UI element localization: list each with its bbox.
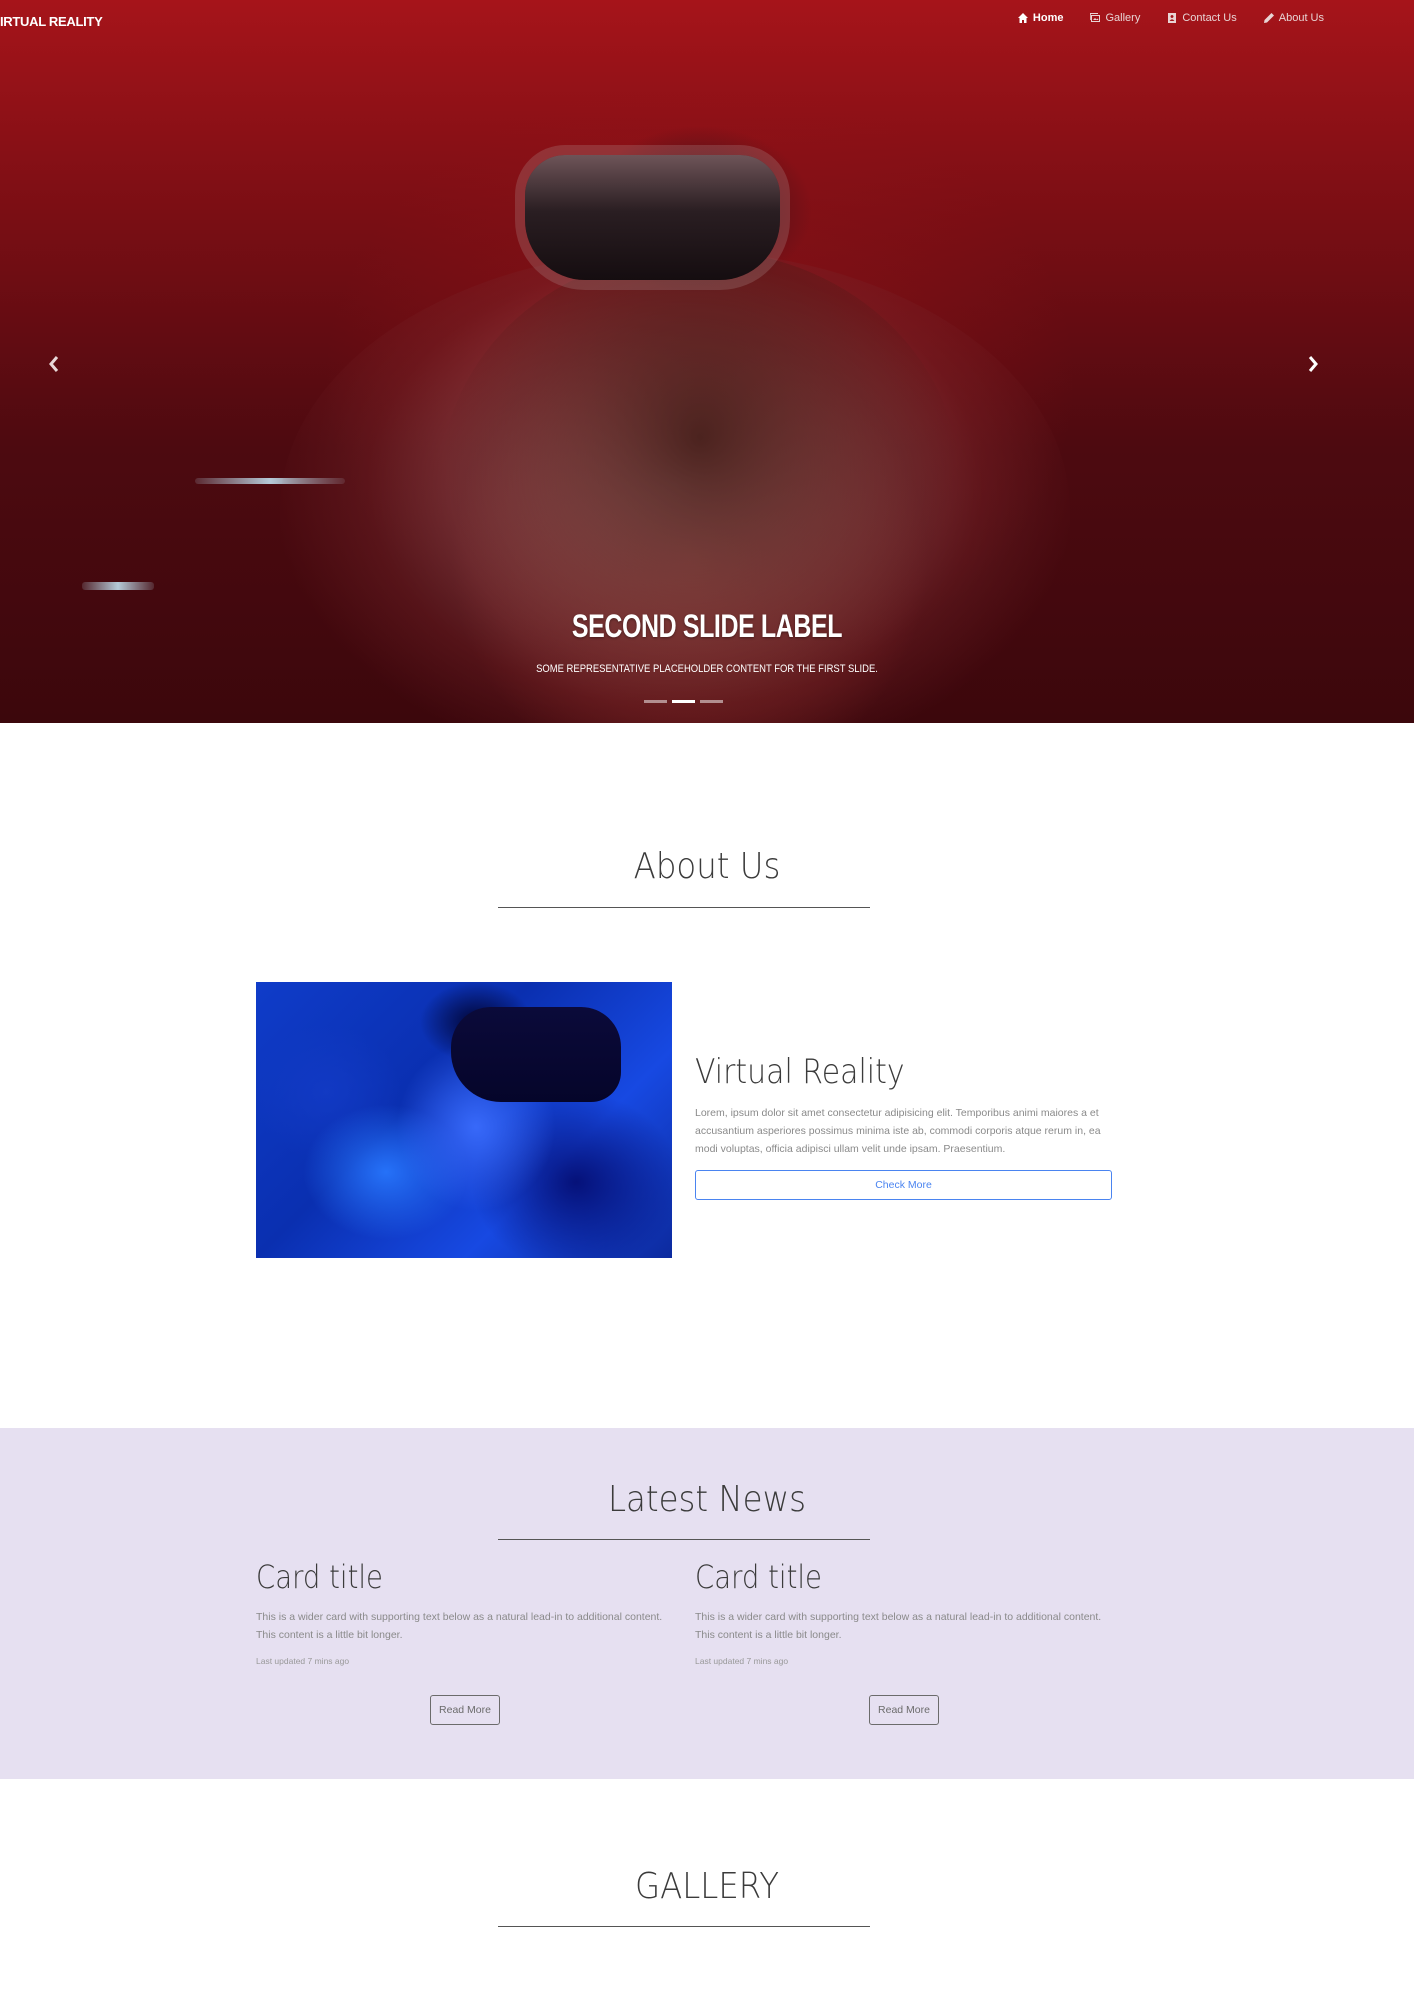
vr-headset: [451, 1007, 621, 1102]
nav-link-about[interactable]: About Us: [1263, 12, 1324, 24]
card-updated-text: Last updated 7 mins ago: [695, 1656, 789, 1666]
home-icon: [1017, 13, 1028, 23]
gallery-heading: GALLERY: [634, 1866, 780, 1907]
vr-headset: [525, 155, 780, 280]
news-card: Card title This is a wider card with sup…: [695, 1558, 1115, 1725]
about-text: Lorem, ipsum dolor sit amet consectetur …: [695, 1107, 1101, 1155]
nav-link-home[interactable]: Home: [1017, 12, 1064, 24]
read-more-button[interactable]: Read More: [869, 1695, 939, 1725]
nav-link-contact[interactable]: Contact Us: [1166, 12, 1237, 24]
carousel-indicator-2[interactable]: [672, 700, 695, 703]
news-heading: Latest News: [608, 1479, 806, 1520]
carousel-next-button[interactable]: [1293, 344, 1333, 384]
about-title: Virtual Reality: [695, 1052, 905, 1092]
about-heading: About Us: [633, 846, 781, 887]
about-vr-image: [256, 982, 672, 1258]
nav-link-label: Contact Us: [1182, 12, 1237, 24]
news-heading-rule: [498, 1539, 870, 1540]
check-more-button[interactable]: Check More: [695, 1170, 1112, 1200]
carousel-indicator-3[interactable]: [700, 700, 723, 703]
nav-link-label: Home: [1032, 12, 1064, 24]
nav-link-gallery[interactable]: Gallery: [1089, 12, 1140, 24]
light-beam: [82, 582, 154, 590]
navbar: IRTUAL REALITY Home Gallery Contact Us A…: [0, 0, 1414, 42]
address-book-icon: [1168, 13, 1177, 23]
gallery-heading-rule: [498, 1926, 870, 1927]
card-title: Card title: [256, 1558, 383, 1596]
card-text: This is a wider card with supporting tex…: [256, 1611, 663, 1641]
card-text: This is a wider card with supporting tex…: [695, 1611, 1102, 1641]
carousel-prev-button[interactable]: [34, 344, 74, 384]
chevron-right-icon: [1308, 356, 1318, 372]
latest-news-section: Latest News Card title This is a wider c…: [0, 1428, 1414, 1779]
brand-logo[interactable]: IRTUAL REALITY: [0, 14, 103, 29]
card-title: Card title: [695, 1558, 822, 1596]
carousel-caption-text: Some representative placeholder content …: [536, 663, 878, 675]
nav-links: Home Gallery Contact Us About Us: [1017, 12, 1324, 24]
read-more-button[interactable]: Read More: [430, 1695, 500, 1725]
carousel-indicator-1[interactable]: [644, 700, 667, 703]
image-icon: [1090, 13, 1101, 22]
nav-link-label: Gallery: [1105, 12, 1141, 24]
news-card: Card title This is a wider card with sup…: [256, 1558, 676, 1725]
nav-link-label: About Us: [1278, 12, 1324, 24]
hero-carousel: SECOND SLIDE LABEL Some representative p…: [0, 0, 1414, 723]
hero-person-hair: [440, 250, 960, 720]
chevron-left-icon: [49, 356, 59, 372]
about-heading-rule: [498, 907, 870, 908]
card-updated-text: Last updated 7 mins ago: [256, 1656, 350, 1666]
carousel-indicators: [644, 700, 723, 703]
carousel-caption-title: SECOND SLIDE LABEL: [571, 608, 843, 644]
pencil-icon: [1263, 13, 1274, 23]
